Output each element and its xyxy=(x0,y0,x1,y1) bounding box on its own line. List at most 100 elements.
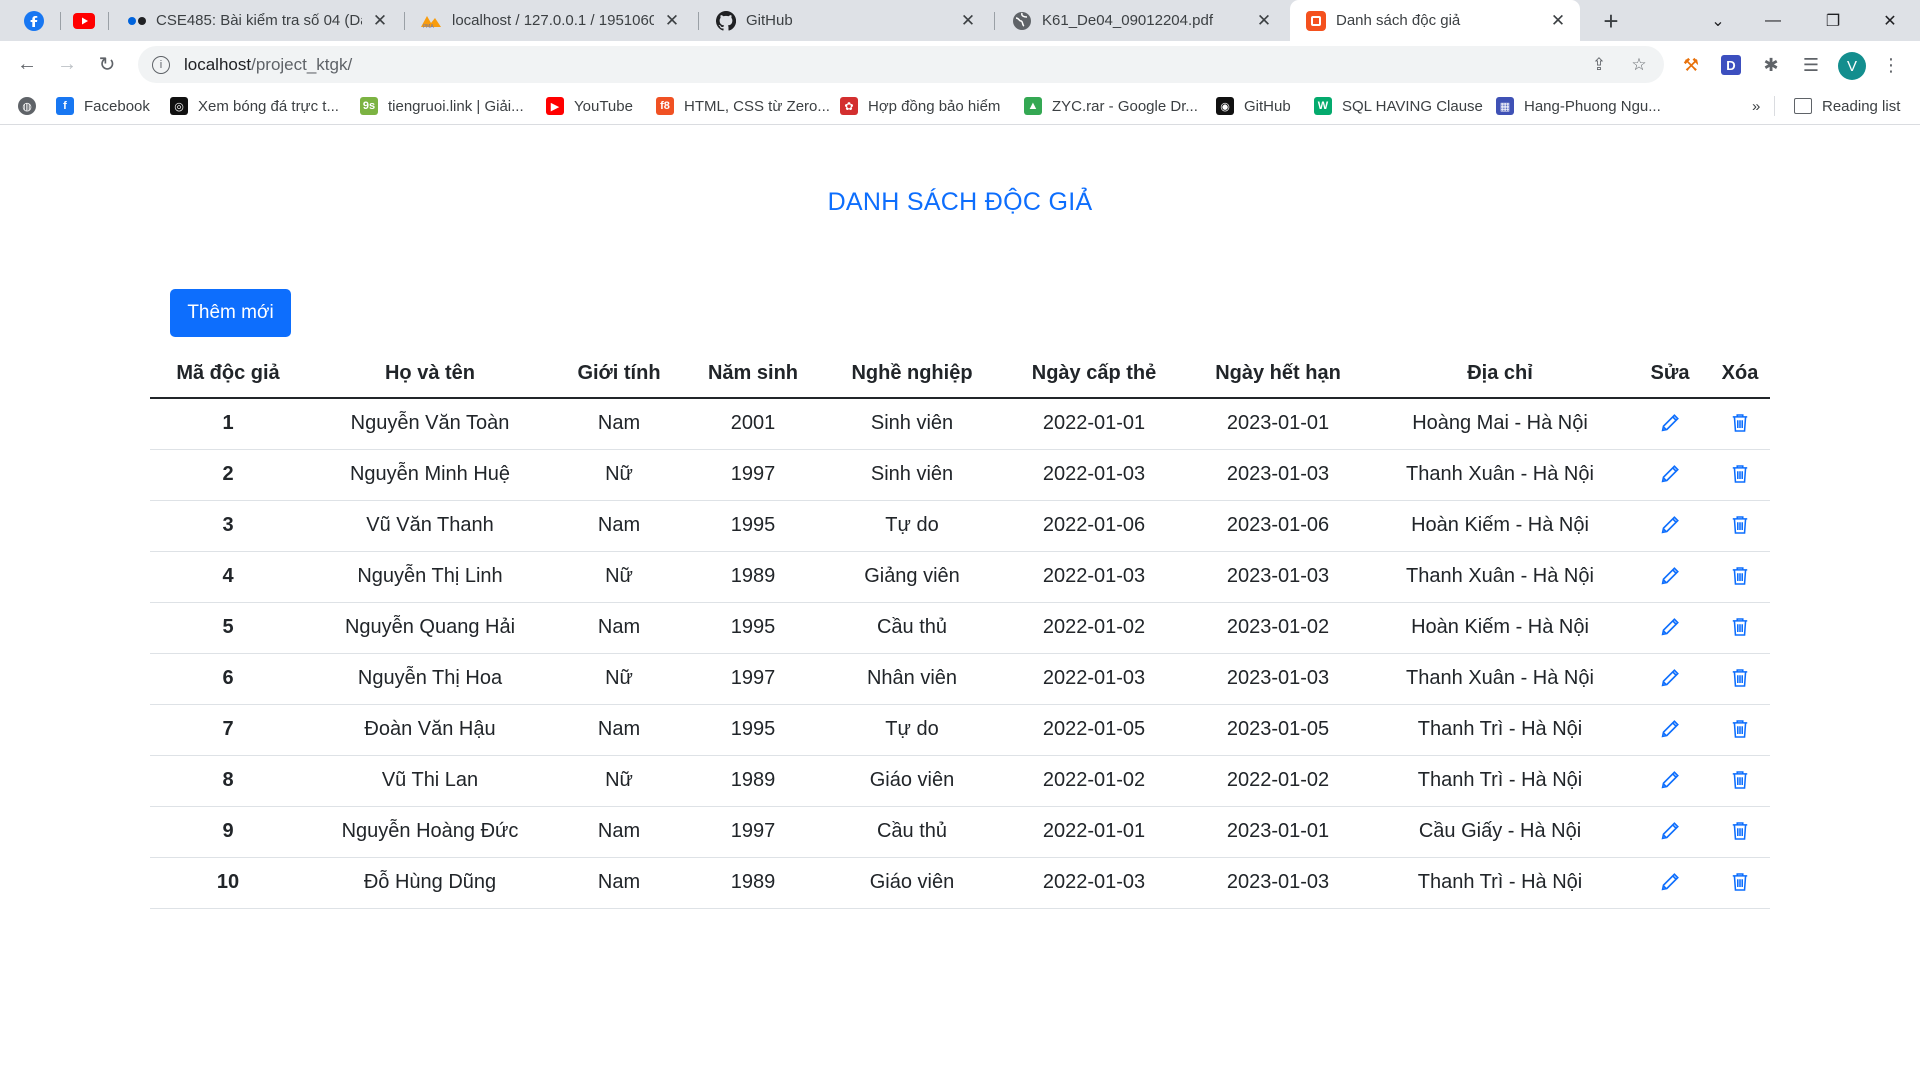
delete-trash-icon[interactable] xyxy=(1726,511,1754,539)
delete-trash-icon[interactable] xyxy=(1726,664,1754,692)
delete-trash-icon[interactable] xyxy=(1726,715,1754,743)
youtube-icon: ▶ xyxy=(546,97,564,115)
delete-cell xyxy=(1710,755,1770,807)
extension-d-icon[interactable]: D xyxy=(1716,50,1746,80)
table-cell: 2022-01-06 xyxy=(1002,500,1186,552)
github-icon xyxy=(716,10,736,31)
address-bar[interactable]: i localhost/project_ktgk/ ⇪ ☆ xyxy=(138,46,1664,83)
column-header[interactable]: Địa chỉ xyxy=(1370,350,1630,399)
pinned-tab-youtube[interactable] xyxy=(66,0,102,41)
edit-cell xyxy=(1630,602,1710,654)
table-cell: Nữ xyxy=(554,551,684,603)
youtube-icon xyxy=(73,12,95,29)
close-tab-icon[interactable]: ✕ xyxy=(958,11,978,31)
tab-danh-sach-doc-gia[interactable]: Danh sách độc giả ✕ xyxy=(1290,0,1580,41)
apps-globe-icon[interactable]: ◍ xyxy=(18,88,36,124)
edit-pencil-icon[interactable] xyxy=(1656,613,1684,641)
url-path: /project_ktgk/ xyxy=(251,54,353,74)
bookmark-item[interactable]: ▶ YouTube xyxy=(546,88,633,124)
delete-trash-icon[interactable] xyxy=(1726,817,1754,845)
column-header[interactable]: Năm sinh xyxy=(684,350,822,399)
delete-trash-icon[interactable] xyxy=(1726,766,1754,794)
edit-pencil-icon[interactable] xyxy=(1656,460,1684,488)
bookmark-label: Hang-Phuong Ngu... xyxy=(1524,97,1661,115)
table-cell: 1995 xyxy=(684,500,822,552)
forward-arrow-icon[interactable]: → xyxy=(50,47,84,81)
bookmark-item[interactable]: ◎ Xem bóng đá trực t... xyxy=(170,88,339,124)
delete-trash-icon[interactable] xyxy=(1726,409,1754,437)
delete-trash-icon[interactable] xyxy=(1726,868,1754,896)
bookmark-item[interactable]: ◉ GitHub xyxy=(1216,88,1291,124)
close-tab-icon[interactable]: ✕ xyxy=(662,11,682,31)
column-header[interactable]: Mã độc giả xyxy=(150,350,306,399)
edit-pencil-icon[interactable] xyxy=(1656,409,1684,437)
profile-avatar[interactable]: V xyxy=(1838,52,1866,80)
tab-github[interactable]: GitHub ✕ xyxy=(700,0,990,41)
bookmark-star-icon[interactable]: ☆ xyxy=(1624,46,1654,83)
bookmark-item[interactable]: ▲ ZYC.rar - Google Dr... xyxy=(1024,88,1198,124)
add-new-button[interactable]: Thêm mới xyxy=(170,289,291,337)
site-info-icon[interactable]: i xyxy=(152,55,170,74)
bookmark-item[interactable]: f Facebook xyxy=(56,88,150,124)
extension-hammer-icon[interactable]: ⚒ xyxy=(1676,50,1706,80)
delete-trash-icon[interactable] xyxy=(1726,562,1754,590)
media-queue-icon[interactable]: ☰ xyxy=(1796,50,1826,80)
edit-pencil-icon[interactable] xyxy=(1656,511,1684,539)
table-row: 3 Vũ Văn Thanh Nam 1995 Tự do 2022-01-06 2023-… xyxy=(150,500,1770,552)
table-cell: Thanh Trì - Hà Nội xyxy=(1370,857,1630,909)
restore-icon[interactable]: ❐ xyxy=(1805,0,1861,41)
table-cell: Sinh viên xyxy=(822,398,1002,450)
table-cell: Nhân viên xyxy=(822,653,1002,705)
column-header[interactable]: Sửa xyxy=(1630,350,1710,399)
site-favicon-icon xyxy=(1306,10,1326,31)
tab-separator xyxy=(698,12,699,30)
close-window-icon[interactable]: ✕ xyxy=(1862,0,1918,41)
column-header[interactable]: Ngày hết hạn xyxy=(1186,350,1370,399)
table-row: 5 Nguyễn Quang Hải Nam 1995 Cầu thủ 2022-01-0… xyxy=(150,602,1770,654)
column-header[interactable]: Giới tính xyxy=(554,350,684,399)
reload-icon[interactable]: ↻ xyxy=(90,47,124,81)
new-tab-icon[interactable]: + xyxy=(1596,6,1626,36)
table-cell: 1997 xyxy=(684,653,822,705)
back-arrow-icon[interactable]: ← xyxy=(10,47,44,81)
table-cell: Giáo viên xyxy=(822,755,1002,807)
edit-pencil-icon[interactable] xyxy=(1656,664,1684,692)
tab-phpmyadmin[interactable]: PMA localhost / 127.0.0.1 / 1951060 ✕ xyxy=(404,0,694,41)
share-icon[interactable]: ⇪ xyxy=(1584,46,1614,83)
bookmarks-overflow[interactable]: » xyxy=(1752,88,1760,124)
edit-pencil-icon[interactable] xyxy=(1656,766,1684,794)
reader-id-cell: 2 xyxy=(150,449,306,501)
column-header[interactable]: Họ và tên xyxy=(306,350,554,399)
column-header[interactable]: Xóa xyxy=(1710,350,1770,399)
bookmark-item[interactable]: ▦ Hang-Phuong Ngu... xyxy=(1496,88,1661,124)
flickr-icon xyxy=(128,16,146,25)
close-tab-icon[interactable]: ✕ xyxy=(370,11,390,31)
table-cell: Giảng viên xyxy=(822,551,1002,603)
table-cell: 2023-01-05 xyxy=(1186,704,1370,756)
tab-pdf[interactable]: K61_De04_09012204.pdf ✕ xyxy=(996,0,1286,41)
extensions-puzzle-icon[interactable]: ✱ xyxy=(1756,50,1786,80)
bookmark-item[interactable]: f8 HTML, CSS từ Zero... xyxy=(656,88,830,124)
column-header[interactable]: Ngày cấp thẻ xyxy=(1002,350,1186,399)
edit-pencil-icon[interactable] xyxy=(1656,715,1684,743)
tab-search-chevron-icon[interactable]: ⌄ xyxy=(1690,0,1746,41)
edit-pencil-icon[interactable] xyxy=(1656,817,1684,845)
more-menu-icon[interactable]: ⋮ xyxy=(1876,50,1906,80)
reading-list-button[interactable]: Reading list xyxy=(1794,88,1900,124)
bookmark-item[interactable]: 9s tiengruoi.link | Giải... xyxy=(360,88,524,124)
minimize-icon[interactable]: — xyxy=(1745,0,1801,41)
bookmark-icon: ▦ xyxy=(1496,97,1514,115)
tab-cse485[interactable]: CSE485: Bài kiểm tra số 04 (Dành ✕ xyxy=(112,0,402,41)
pinned-tab-facebook[interactable] xyxy=(16,0,52,41)
edit-pencil-icon[interactable] xyxy=(1656,868,1684,896)
close-tab-icon[interactable]: ✕ xyxy=(1548,11,1568,31)
bookmark-item[interactable]: W SQL HAVING Clause xyxy=(1314,88,1483,124)
tab-title: GitHub xyxy=(746,12,793,29)
table-cell: 2022-01-03 xyxy=(1002,449,1186,501)
edit-pencil-icon[interactable] xyxy=(1656,562,1684,590)
column-header[interactable]: Nghề nghiệp xyxy=(822,350,1002,399)
bookmark-item[interactable]: ✿ Hợp đồng bảo hiểm xyxy=(840,88,1000,124)
close-tab-icon[interactable]: ✕ xyxy=(1254,11,1274,31)
delete-trash-icon[interactable] xyxy=(1726,613,1754,641)
delete-trash-icon[interactable] xyxy=(1726,460,1754,488)
